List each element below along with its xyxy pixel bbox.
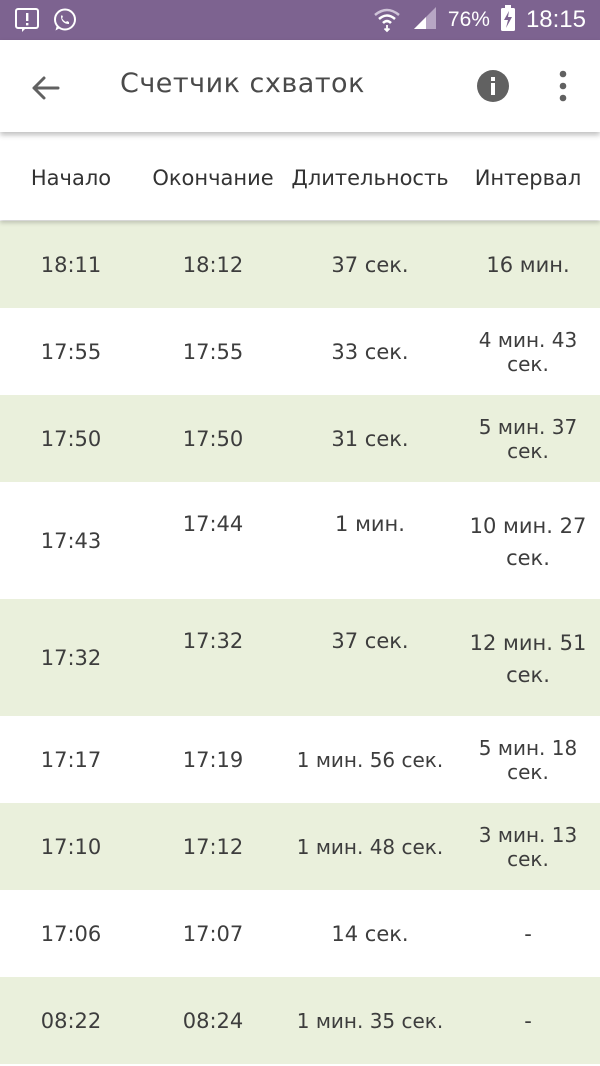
table-header: Начало Окончание Длительность Интервал <box>0 136 600 220</box>
cell-start: 17:06 <box>40 921 102 946</box>
table-row[interactable]: 18:11 18:12 37 сек. 16 мин. <box>0 221 600 308</box>
cell-interval: 5 мин. 18 сек. <box>478 735 578 784</box>
cell-end: 17:55 <box>182 339 244 364</box>
table-row[interactable]: 17:55 17:55 33 сек. 4 мин. 43 сек. <box>0 308 600 395</box>
cell-duration: 33 сек. <box>331 339 409 364</box>
table-row[interactable]: 17:10 17:12 1 мин. 48 сек. 3 мин. 13 сек… <box>0 803 600 890</box>
back-arrow-icon[interactable] <box>24 66 68 110</box>
cell-duration: 31 сек. <box>331 426 409 451</box>
app-bar: Счетчик схваток <box>0 40 600 132</box>
notification-alert-icon <box>14 7 40 37</box>
header-duration: Длительность <box>291 166 449 190</box>
signal-icon <box>412 5 438 35</box>
cell-duration: 1 мин. 48 сек. <box>296 834 444 859</box>
cell-interval: 5 мин. 37 сек. <box>478 414 578 463</box>
cell-start: 17:43 <box>40 528 102 553</box>
cell-interval: 3 мин. 13 сек. <box>478 822 578 871</box>
header-interval: Интервал <box>474 166 582 190</box>
status-bar: 76% 18:15 <box>0 0 600 40</box>
table-row[interactable]: 08:22 08:24 1 мин. 35 сек. - <box>0 977 600 1064</box>
table-row[interactable]: 17:32 17:32 37 сек. 12 мин. 51 сек. <box>0 599 600 716</box>
battery-charging-icon <box>500 4 516 36</box>
cell-start: 17:32 <box>40 645 102 670</box>
cell-duration: 37 сек. <box>331 252 409 277</box>
cell-duration: 1 мин. 35 сек. <box>296 1008 444 1033</box>
cell-interval: 10 мин. 27 сек. <box>469 514 587 570</box>
cell-start: 17:50 <box>40 426 102 451</box>
cell-start: 18:11 <box>40 252 102 277</box>
cell-start: 17:10 <box>40 834 102 859</box>
cell-end: 17:12 <box>182 834 244 859</box>
contractions-table: 18:11 18:12 37 сек. 16 мин. 17:55 17:55 … <box>0 221 600 1064</box>
cell-end: 17:32 <box>182 629 244 653</box>
table-row[interactable]: 17:50 17:50 31 сек. 5 мин. 37 сек. <box>0 395 600 482</box>
cell-interval: - <box>524 921 532 946</box>
cell-duration: 1 мин. 56 сек. <box>296 747 444 772</box>
cell-duration: 37 сек. <box>331 629 409 653</box>
cell-start: 17:17 <box>40 747 102 772</box>
cell-end: 17:44 <box>182 512 244 536</box>
cell-end: 17:50 <box>182 426 244 451</box>
cell-interval: - <box>524 1008 532 1033</box>
table-row[interactable]: 17:43 17:44 1 мин. 10 мин. 27 сек. <box>0 482 600 599</box>
battery-percent: 76% <box>447 8 490 31</box>
cell-interval: 4 мин. 43 сек. <box>478 327 578 376</box>
wifi-icon <box>372 3 402 37</box>
cell-duration: 1 мин. <box>335 512 405 536</box>
info-icon[interactable] <box>476 69 510 103</box>
clock: 18:15 <box>525 6 586 33</box>
cell-end: 17:07 <box>182 921 244 946</box>
cell-start: 17:55 <box>40 339 102 364</box>
header-start: Начало <box>30 166 112 190</box>
whatsapp-icon <box>52 7 78 37</box>
header-end: Окончание <box>152 166 274 190</box>
cell-end: 08:24 <box>182 1008 244 1033</box>
cell-duration: 14 сек. <box>331 921 409 946</box>
more-vert-icon[interactable] <box>548 69 578 103</box>
cell-end: 17:19 <box>182 747 244 772</box>
table-row[interactable]: 17:17 17:19 1 мин. 56 сек. 5 мин. 18 сек… <box>0 716 600 803</box>
cell-end: 18:12 <box>182 252 244 277</box>
table-row[interactable]: 17:06 17:07 14 сек. - <box>0 890 600 977</box>
cell-start: 08:22 <box>40 1008 102 1033</box>
app-title: Счетчик схваток <box>120 68 365 99</box>
cell-interval: 16 мин. <box>486 252 570 277</box>
cell-interval: 12 мин. 51 сек. <box>469 631 587 687</box>
